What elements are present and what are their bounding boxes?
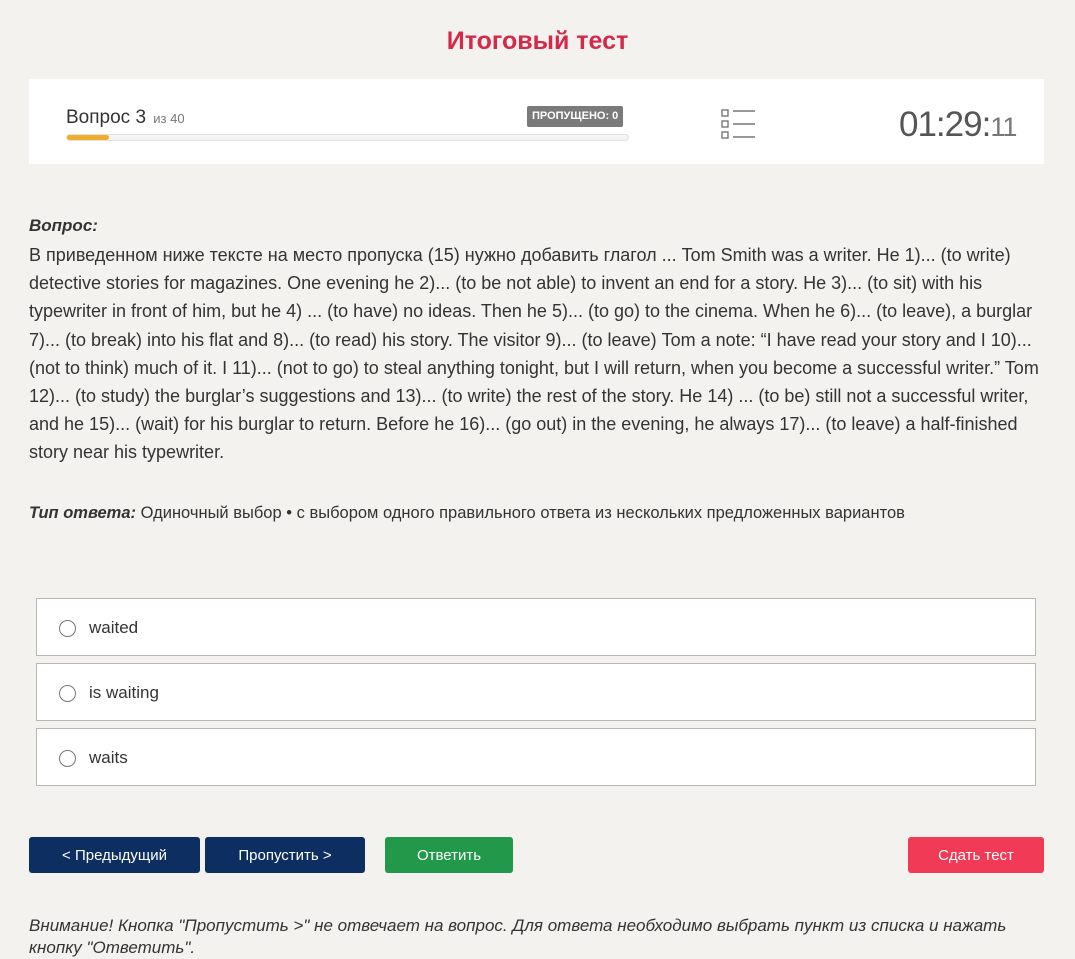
radio-button[interactable] (59, 750, 76, 767)
answer-option-label: waited (89, 618, 139, 637)
page-title: Итоговый тест (446, 27, 629, 55)
submit-test-button[interactable]: Сдать тест (908, 837, 1044, 873)
radio-button[interactable] (59, 685, 76, 702)
answer-option-label: waits (89, 748, 128, 767)
progress-bar (66, 134, 629, 141)
question-total: из 40 (153, 111, 185, 126)
warning-note: Внимание! Кнопка "Пропустить >" не отвеч… (29, 916, 1007, 957)
answer-option-label: is waiting (89, 683, 159, 702)
skip-button[interactable]: Пропустить > (205, 837, 365, 873)
previous-button[interactable]: < Предыдущий (29, 837, 200, 873)
radio-button[interactable] (59, 620, 76, 637)
answer-button[interactable]: Ответить (385, 837, 513, 873)
timer: 01:29:11 (899, 105, 1017, 145)
question-text: В приведенном ниже тексте на место пропу… (29, 245, 1039, 463)
question-label: Вопрос: (29, 216, 98, 235)
answer-option[interactable]: waits (36, 728, 1036, 786)
question-number: Вопрос 3 (66, 107, 147, 128)
answer-type: Тип ответа: Одиночный выбор • с выбором … (29, 504, 905, 523)
skipped-badge: ПРОПУЩЕНО: 0 (527, 106, 624, 127)
answer-type-label: Тип ответа: (29, 504, 137, 522)
timer-seconds: 11 (990, 112, 1017, 142)
timer-main: 01:29: (899, 105, 991, 144)
progress-fill (67, 135, 110, 140)
status-panel: Вопрос 3 из 40 ПРОПУЩЕНО: 0 01:29:11 (29, 79, 1044, 164)
list-icon[interactable] (721, 108, 757, 140)
answer-option[interactable]: is waiting (36, 663, 1036, 721)
question-counter: Вопрос 3 из 40 (66, 107, 185, 129)
answer-option[interactable]: waited (36, 598, 1036, 656)
answer-type-value: Одиночный выбор • с выбором одного прави… (140, 504, 905, 522)
